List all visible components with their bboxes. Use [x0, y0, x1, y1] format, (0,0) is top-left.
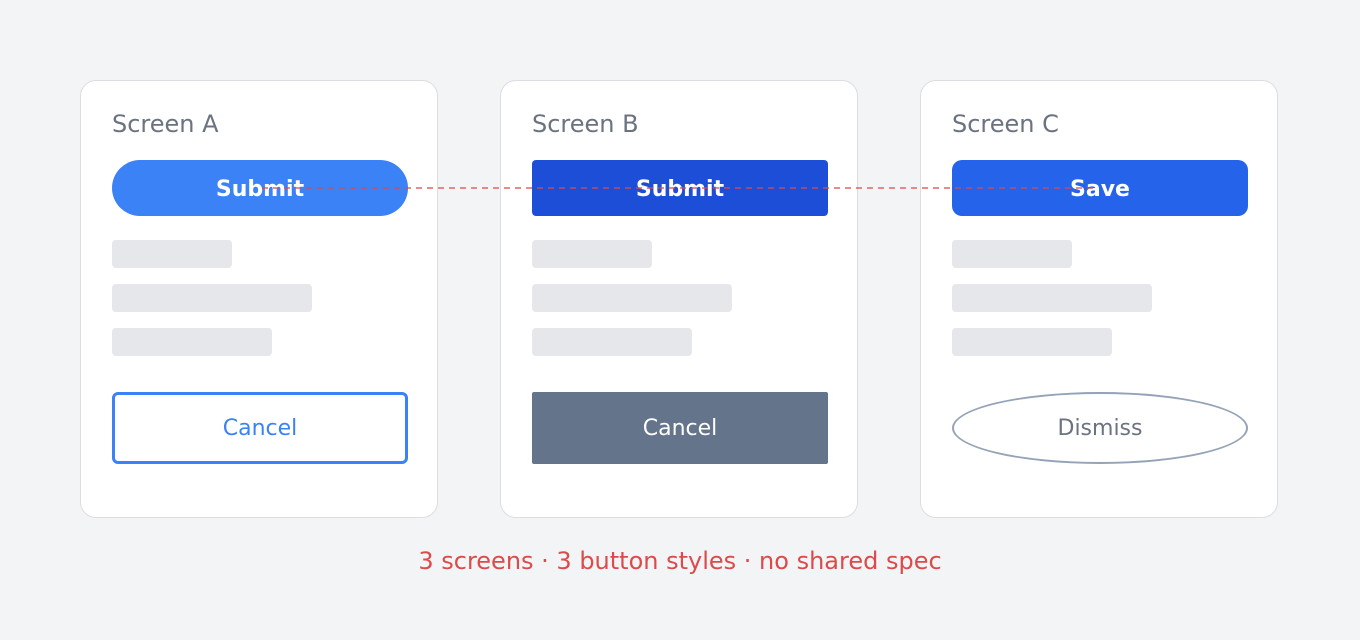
placeholder-line [112, 240, 232, 268]
screen-c-save-button[interactable]: Save [952, 160, 1248, 216]
screen-c-card: Screen C Save Dismiss [920, 80, 1278, 518]
placeholder-line [532, 284, 732, 312]
screen-a-title: Screen A [112, 110, 219, 138]
screen-a-submit-button[interactable]: Submit [112, 160, 408, 216]
screen-c-dismiss-button[interactable]: Dismiss [952, 392, 1248, 464]
screen-c-title: Screen C [952, 110, 1059, 138]
screen-b-title: Screen B [532, 110, 639, 138]
placeholder-line [952, 240, 1072, 268]
placeholder-line [952, 328, 1112, 356]
screen-b-submit-button[interactable]: Submit [532, 160, 828, 216]
screen-a-cancel-button[interactable]: Cancel [112, 392, 408, 464]
placeholder-line [112, 284, 312, 312]
placeholder-line [532, 240, 652, 268]
screen-a-card: Screen A Submit Cancel [80, 80, 438, 518]
placeholder-line [952, 284, 1152, 312]
placeholder-line [532, 328, 692, 356]
annotation-caption: 3 screens · 3 button styles · no shared … [418, 547, 942, 575]
screen-b-card: Screen B Submit Cancel [500, 80, 858, 518]
placeholder-line [112, 328, 272, 356]
screen-b-cancel-button[interactable]: Cancel [532, 392, 828, 464]
